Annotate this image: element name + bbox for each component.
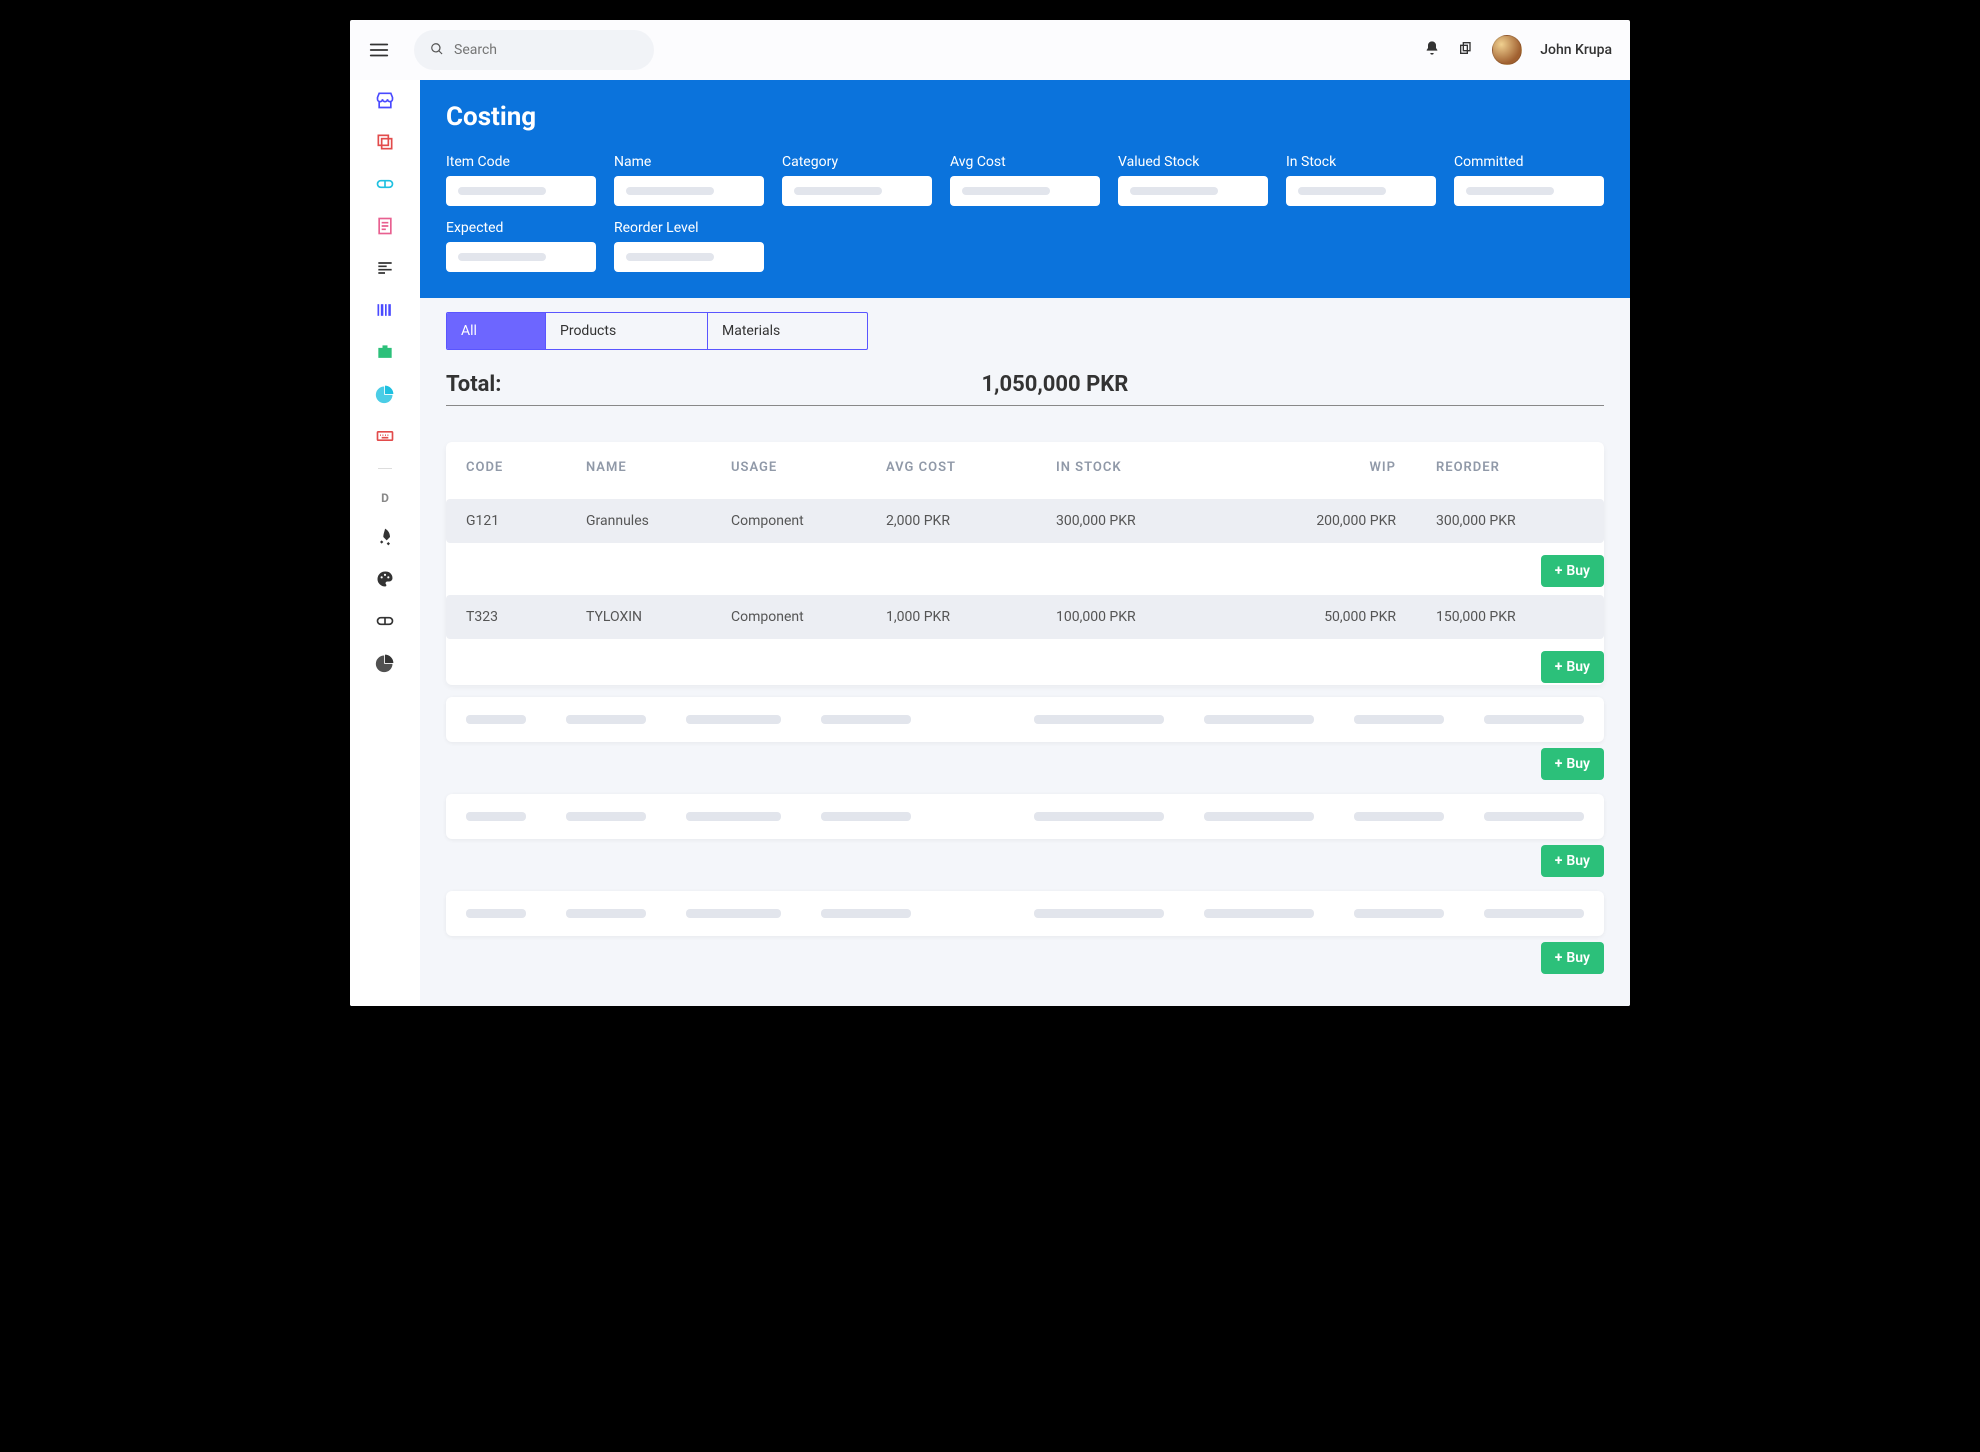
filter-input-6[interactable] bbox=[1454, 176, 1604, 206]
sidebar-d-label: D bbox=[381, 491, 389, 505]
cell-avg: 2,000 PKR bbox=[886, 513, 1056, 529]
filter-input-3[interactable] bbox=[950, 176, 1100, 206]
filter-label: Committed bbox=[1454, 154, 1604, 170]
cell-code: T323 bbox=[446, 609, 586, 625]
buy-button[interactable]: +Buy bbox=[1541, 942, 1604, 974]
sidebar: D bbox=[350, 80, 420, 1006]
buy-button[interactable]: +Buy bbox=[1541, 748, 1604, 780]
plus-icon: + bbox=[1555, 853, 1563, 869]
cell-reorder: 150,000 PKR bbox=[1416, 609, 1576, 625]
filter-label: Item Code bbox=[446, 154, 596, 170]
filter-input-8[interactable] bbox=[614, 242, 764, 272]
cell-wip: 200,000 PKR bbox=[1256, 513, 1416, 529]
filter-input-5[interactable] bbox=[1286, 176, 1436, 206]
plus-icon: + bbox=[1555, 563, 1563, 579]
pie-blue-icon[interactable] bbox=[375, 384, 395, 404]
filter-label: Reorder Level bbox=[614, 220, 764, 236]
filter-label: In Stock bbox=[1286, 154, 1436, 170]
filter-label: Name bbox=[614, 154, 764, 170]
pill2-icon[interactable] bbox=[375, 611, 395, 631]
palette-icon[interactable] bbox=[375, 569, 395, 589]
align-icon[interactable] bbox=[375, 258, 395, 278]
tab-all[interactable]: All bbox=[447, 313, 545, 349]
col-wip: WIP bbox=[1256, 460, 1416, 475]
loading-row bbox=[446, 891, 1604, 936]
store-icon[interactable] bbox=[375, 90, 395, 110]
avatar[interactable] bbox=[1492, 35, 1522, 65]
filter-input-0[interactable] bbox=[446, 176, 596, 206]
cell-stock: 300,000 PKR bbox=[1056, 513, 1256, 529]
filter-input-2[interactable] bbox=[782, 176, 932, 206]
col-reorder: REORDER bbox=[1416, 460, 1576, 475]
barcode-icon[interactable] bbox=[375, 300, 395, 320]
filter-input-1[interactable] bbox=[614, 176, 764, 206]
cell-name: Grannules bbox=[586, 513, 731, 529]
pill-icon[interactable] bbox=[375, 174, 395, 194]
tab-materials[interactable]: Materials bbox=[707, 313, 868, 349]
keyboard-icon[interactable] bbox=[375, 426, 395, 446]
col-name: NAME bbox=[586, 460, 731, 475]
cell-reorder: 300,000 PKR bbox=[1416, 513, 1576, 529]
filter-label: Category bbox=[782, 154, 932, 170]
rocket-icon[interactable] bbox=[375, 527, 395, 547]
tab-products[interactable]: Products bbox=[545, 313, 707, 349]
pie-dark-icon[interactable] bbox=[375, 653, 395, 673]
filter-label: Avg Cost bbox=[950, 154, 1100, 170]
page-header: Costing Item Code Name Category Avg Cost… bbox=[420, 80, 1630, 298]
filter-input-7[interactable] bbox=[446, 242, 596, 272]
copy-nav-icon[interactable] bbox=[375, 132, 395, 152]
nav-divider bbox=[378, 468, 392, 469]
col-code: CODE bbox=[446, 460, 586, 475]
plus-icon: + bbox=[1555, 659, 1563, 675]
buy-button[interactable]: +Buy bbox=[1541, 651, 1604, 683]
filter-input-4[interactable] bbox=[1118, 176, 1268, 206]
briefcase-icon[interactable] bbox=[375, 342, 395, 362]
cell-usage: Component bbox=[731, 513, 886, 529]
search-input[interactable] bbox=[454, 42, 638, 58]
loading-row bbox=[446, 794, 1604, 839]
total-label: Total: bbox=[446, 372, 501, 397]
cell-code: G121 bbox=[446, 513, 586, 529]
bell-icon[interactable] bbox=[1424, 40, 1440, 60]
search-icon bbox=[430, 41, 454, 60]
tabs: AllProductsMaterials bbox=[446, 312, 868, 350]
copy-icon[interactable] bbox=[1458, 40, 1474, 60]
cell-avg: 1,000 PKR bbox=[886, 609, 1056, 625]
page-title: Costing bbox=[446, 102, 1604, 132]
cell-stock: 100,000 PKR bbox=[1056, 609, 1256, 625]
user-name[interactable]: John Krupa bbox=[1540, 42, 1612, 58]
table-row[interactable]: G121 Grannules Component 2,000 PKR 300,0… bbox=[446, 499, 1604, 543]
search-box[interactable] bbox=[414, 30, 654, 70]
col-avg: AVG COST bbox=[886, 460, 1056, 475]
buy-button[interactable]: +Buy bbox=[1541, 845, 1604, 877]
buy-button[interactable]: +Buy bbox=[1541, 555, 1604, 587]
cell-name: TYLOXIN bbox=[586, 609, 731, 625]
costing-table: CODE NAME USAGE AVG COST IN STOCK WIP RE… bbox=[446, 442, 1604, 685]
filter-label: Expected bbox=[446, 220, 596, 236]
total-value: 1,050,000 PKR bbox=[981, 372, 1128, 397]
cell-usage: Component bbox=[731, 609, 886, 625]
filter-label: Valued Stock bbox=[1118, 154, 1268, 170]
table-row[interactable]: T323 TYLOXIN Component 1,000 PKR 100,000… bbox=[446, 595, 1604, 639]
loading-row bbox=[446, 697, 1604, 742]
plus-icon: + bbox=[1555, 756, 1563, 772]
menu-toggle[interactable] bbox=[368, 39, 390, 61]
doc-icon[interactable] bbox=[375, 216, 395, 236]
total-row: Total: 1,050,000 PKR bbox=[446, 372, 1604, 406]
cell-wip: 50,000 PKR bbox=[1256, 609, 1416, 625]
plus-icon: + bbox=[1555, 950, 1563, 966]
col-usage: USAGE bbox=[731, 460, 886, 475]
col-stock: IN STOCK bbox=[1056, 460, 1256, 475]
